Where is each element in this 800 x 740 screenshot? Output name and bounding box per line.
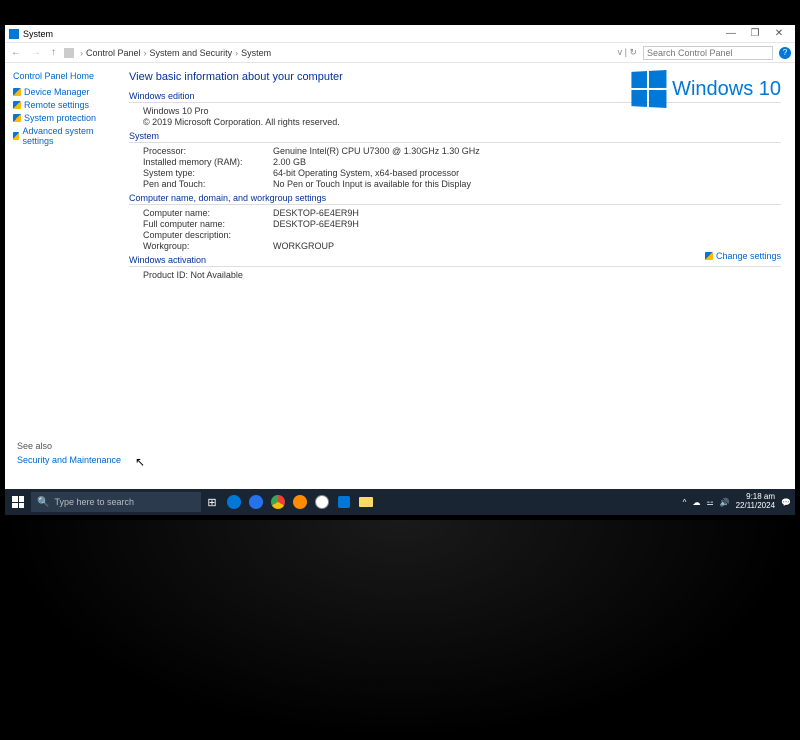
shield-icon [13, 101, 21, 109]
sidebar: Control Panel Home Device Manager Remote… [5, 63, 115, 515]
search-input[interactable] [643, 46, 773, 60]
edge-icon[interactable] [223, 489, 245, 515]
see-also-title: See also [17, 441, 121, 451]
product-id: Product ID: Not Available [143, 270, 781, 280]
system-type-row: System type:64-bit Operating System, x64… [143, 168, 781, 178]
edition-name: Windows 10 Pro [143, 106, 781, 116]
chrome-icon[interactable] [267, 489, 289, 515]
store-icon[interactable] [245, 489, 267, 515]
start-button[interactable] [5, 489, 31, 515]
activation-header: Windows activation [129, 255, 781, 267]
see-also: See also Security and Maintenance [17, 441, 121, 465]
onedrive-icon[interactable]: ☁ [692, 498, 700, 507]
search-icon: 🔍 [37, 497, 49, 508]
breadcrumb-dropdown[interactable]: v | ↻ [618, 47, 637, 58]
taskbar-search[interactable]: 🔍 Type here to search [31, 492, 201, 512]
windows-logo-text: Windows 10 [672, 78, 781, 101]
help-icon[interactable]: ? [779, 47, 791, 59]
app-icon-2[interactable] [311, 489, 333, 515]
ram-row: Installed memory (RAM):2.00 GB [143, 157, 781, 167]
system-window: System — ❐ ✕ ← → ↑ › Control Panel › Sys… [5, 25, 795, 515]
task-view-button[interactable]: ⊞ [201, 489, 223, 515]
windows-logo: Windows 10 [630, 71, 781, 107]
address-bar: ← → ↑ › Control Panel › System and Secur… [5, 43, 795, 63]
computer-description-row: Computer description: [143, 230, 781, 240]
close-button[interactable]: ✕ [767, 28, 791, 39]
shield-icon [13, 132, 19, 140]
volume-icon[interactable]: 🔊 [720, 498, 730, 507]
system-icon [9, 29, 19, 39]
shield-icon [13, 114, 21, 122]
shield-icon [13, 88, 21, 96]
up-button[interactable]: ↑ [49, 47, 58, 58]
computer-name-header: Computer name, domain, and workgroup set… [129, 193, 781, 205]
window-title: System [23, 29, 53, 39]
maximize-button[interactable]: ❐ [743, 28, 767, 39]
clock-date: 22/11/2024 [736, 502, 775, 511]
wifi-icon[interactable]: ⚍ [706, 498, 713, 507]
change-settings-link[interactable]: Change settings [705, 251, 781, 261]
advanced-system-settings-link[interactable]: Advanced system settings [13, 126, 107, 146]
tray-chevron-icon[interactable]: ^ [683, 498, 687, 507]
control-panel-home-link[interactable]: Control Panel Home [13, 71, 107, 81]
search-placeholder: Type here to search [54, 497, 134, 507]
crumb-control-panel[interactable]: Control Panel [86, 48, 141, 58]
breadcrumb[interactable]: › Control Panel › System and Security › … [80, 48, 612, 58]
system-tray: ^ ☁ ⚍ 🔊 9:18 am 22/11/2024 💬 [683, 493, 795, 511]
crumb-system-security[interactable]: System and Security [150, 48, 233, 58]
forward-button[interactable]: → [29, 47, 43, 58]
titlebar: System — ❐ ✕ [5, 25, 795, 43]
device-manager-link[interactable]: Device Manager [13, 87, 107, 97]
main-content: View basic information about your comput… [115, 63, 795, 515]
cursor-icon: ↖ [135, 455, 145, 469]
full-computer-name-row: Full computer name:DESKTOP-6E4ER9H [143, 219, 781, 229]
processor-row: Processor:Genuine Intel(R) CPU U7300 @ 1… [143, 146, 781, 156]
minimize-button[interactable]: — [719, 28, 743, 39]
windows-logo-icon [631, 70, 666, 108]
notifications-icon[interactable]: 💬 [781, 498, 791, 507]
clock[interactable]: 9:18 am 22/11/2024 [736, 493, 775, 511]
laptop-keyboard-area [0, 520, 800, 740]
workgroup-row: Workgroup:WORKGROUP [143, 241, 781, 251]
app-icon-1[interactable] [289, 489, 311, 515]
explorer-icon[interactable] [355, 489, 377, 515]
edition-copyright: © 2019 Microsoft Corporation. All rights… [143, 117, 781, 127]
security-maintenance-link[interactable]: Security and Maintenance [17, 455, 121, 465]
security-icon[interactable] [333, 489, 355, 515]
back-button[interactable]: ← [9, 47, 23, 58]
shield-icon [705, 252, 713, 260]
computer-name-row: Computer name:DESKTOP-6E4ER9H [143, 208, 781, 218]
remote-settings-link[interactable]: Remote settings [13, 100, 107, 110]
pc-icon [64, 48, 74, 58]
pen-touch-row: Pen and Touch:No Pen or Touch Input is a… [143, 179, 781, 189]
system-protection-link[interactable]: System protection [13, 113, 107, 123]
system-header: System [129, 131, 781, 143]
taskbar: 🔍 Type here to search ⊞ ^ ☁ ⚍ 🔊 9:18 am … [5, 489, 795, 515]
crumb-system[interactable]: System [241, 48, 271, 58]
